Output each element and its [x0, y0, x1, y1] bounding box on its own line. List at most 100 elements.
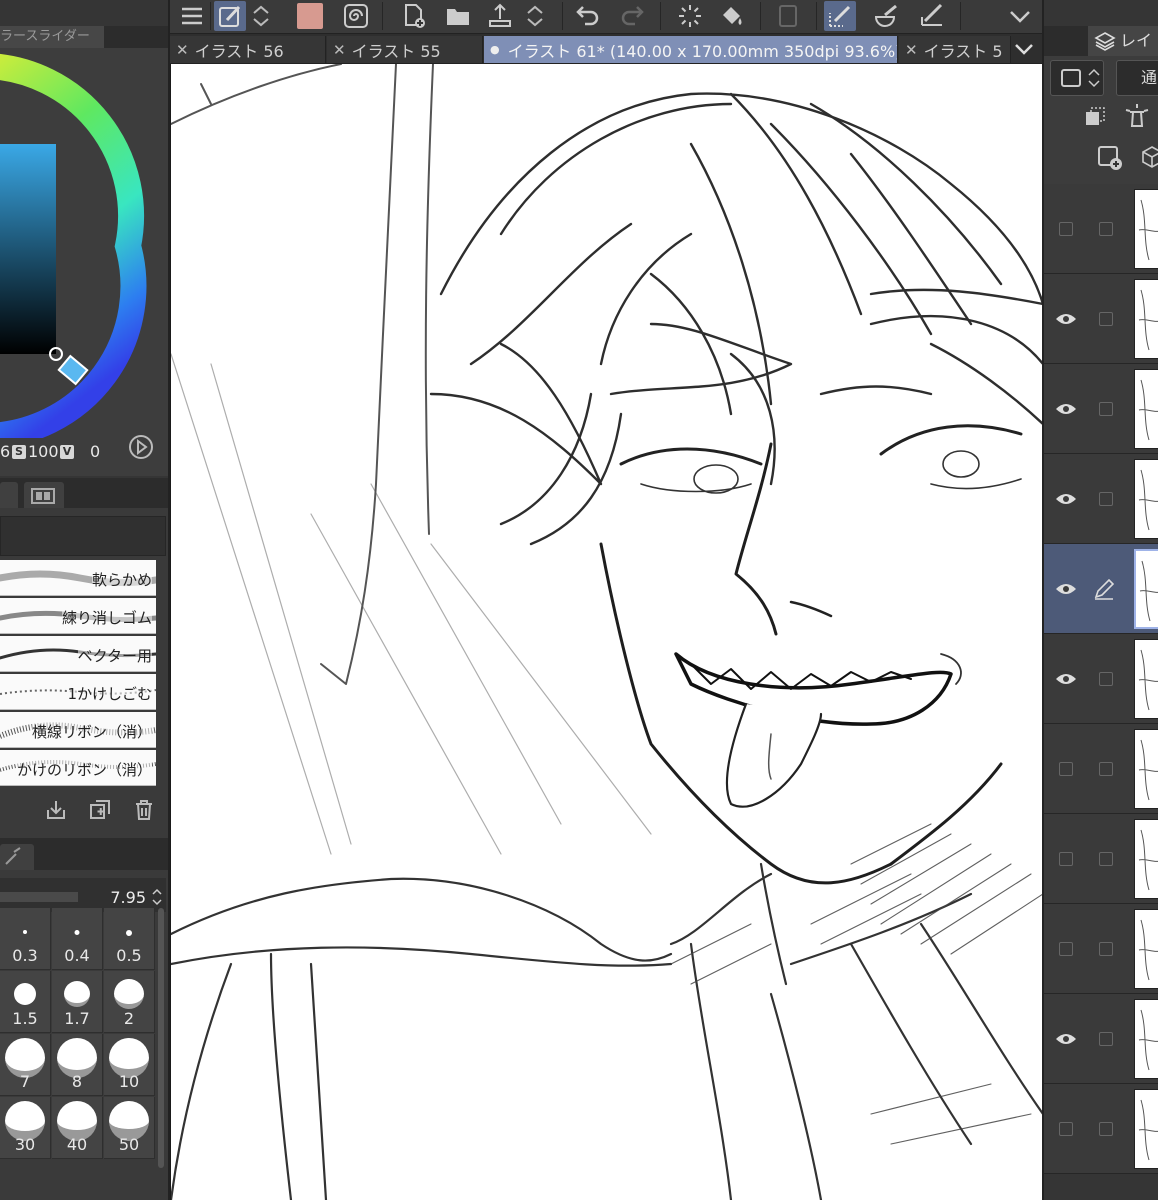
tab-brush-size[interactable]: [0, 844, 34, 870]
layer-row[interactable]: [1044, 544, 1158, 634]
tab-subtool[interactable]: [0, 482, 18, 508]
unsaved-dot-icon[interactable]: ●: [490, 43, 500, 56]
selection-tool-button[interactable]: [824, 1, 856, 31]
visibility-checkbox[interactable]: [1059, 222, 1073, 236]
tab-layers[interactable]: レイ: [1088, 26, 1158, 56]
drawing-canvas[interactable]: [170, 64, 1042, 1200]
tab-document[interactable]: ✕ イラスト 55: [327, 36, 483, 63]
expand-button[interactable]: [250, 1, 272, 31]
color-wheel[interactable]: [0, 48, 170, 449]
lock-checkbox[interactable]: [1099, 492, 1113, 506]
visibility-checkbox[interactable]: [1059, 1122, 1073, 1136]
blend-mode-select[interactable]: 通: [1116, 60, 1158, 96]
blend-tool-button[interactable]: [870, 1, 902, 31]
tab-document-active[interactable]: ● イラスト 61* (140.00 x 170.00mm 350dpi 93.…: [484, 36, 898, 63]
eye-icon[interactable]: [1054, 309, 1078, 329]
visibility-checkbox[interactable]: [1059, 762, 1073, 776]
layer-row[interactable]: [1044, 184, 1158, 274]
lock-checkbox[interactable]: [1099, 1122, 1113, 1136]
size-preset[interactable]: 10: [104, 1034, 155, 1096]
close-icon[interactable]: ✕: [176, 41, 189, 59]
close-icon[interactable]: ✕: [333, 41, 346, 59]
visibility-checkbox[interactable]: [1059, 942, 1073, 956]
layer-row[interactable]: [1044, 274, 1158, 364]
lock-checkbox[interactable]: [1099, 852, 1113, 866]
layer-row[interactable]: [1044, 364, 1158, 454]
tab-color-slider[interactable]: ラースライダー: [0, 26, 104, 48]
lock-checkbox[interactable]: [1099, 762, 1113, 776]
brush-size-slider[interactable]: 7.95: [0, 878, 166, 912]
layer-row[interactable]: [1044, 994, 1158, 1084]
play-circle-icon[interactable]: [128, 434, 154, 460]
saturation-value-square[interactable]: [0, 144, 56, 354]
eye-icon[interactable]: [1054, 489, 1078, 509]
size-scrollbar[interactable]: [158, 908, 164, 1168]
lock-checkbox[interactable]: [1099, 402, 1113, 416]
layer-row[interactable]: [1044, 454, 1158, 544]
menu-button[interactable]: [176, 1, 208, 31]
size-preset[interactable]: 1.5: [0, 971, 51, 1033]
eye-icon[interactable]: [1054, 579, 1078, 599]
import-brush-button[interactable]: [42, 796, 70, 824]
chevron-updown-icon[interactable]: [150, 886, 164, 908]
layer-row[interactable]: [1044, 634, 1158, 724]
export-options-button[interactable]: [524, 1, 546, 31]
new-3d-layer-icon[interactable]: [1140, 144, 1158, 172]
edit-tool-button[interactable]: [214, 1, 246, 31]
size-preset[interactable]: 30: [0, 1097, 51, 1159]
lighthouse-icon[interactable]: [1124, 102, 1150, 130]
layer-row[interactable]: [1044, 904, 1158, 994]
brush-item[interactable]: かけのリボン（消）: [0, 750, 156, 786]
size-preset[interactable]: 2: [104, 971, 155, 1033]
size-preset[interactable]: 0.5: [104, 908, 155, 970]
close-icon[interactable]: ✕: [905, 41, 918, 59]
eye-icon[interactable]: [1054, 669, 1078, 689]
layer-row[interactable]: [1044, 1084, 1158, 1174]
lock-checkbox[interactable]: [1099, 942, 1113, 956]
tab-document[interactable]: ✕ イラスト 56: [170, 36, 326, 63]
eye-icon[interactable]: [1054, 1029, 1078, 1049]
redo-button[interactable]: [616, 1, 648, 31]
lock-checkbox[interactable]: [1099, 222, 1113, 236]
layer-row[interactable]: [1044, 814, 1158, 904]
tab-document[interactable]: ✕ イラスト 5: [899, 36, 1011, 63]
size-preset[interactable]: 0.3: [0, 908, 51, 970]
layer-row[interactable]: [1044, 724, 1158, 814]
open-folder-button[interactable]: [442, 1, 474, 31]
brush-item[interactable]: ベクター用: [0, 636, 156, 672]
size-preset[interactable]: 0.4: [52, 908, 103, 970]
fill-button[interactable]: [716, 1, 748, 31]
hue-handle[interactable]: [57, 354, 89, 386]
lock-checkbox[interactable]: [1099, 312, 1113, 326]
visibility-checkbox[interactable]: [1059, 852, 1073, 866]
new-layer-button[interactable]: [398, 1, 430, 31]
size-preset[interactable]: 40: [52, 1097, 103, 1159]
duplicate-brush-button[interactable]: [86, 796, 114, 824]
delete-brush-button[interactable]: [130, 796, 158, 824]
size-preset[interactable]: 7: [0, 1034, 51, 1096]
size-preset[interactable]: 50: [104, 1097, 155, 1159]
ruler-tool-button[interactable]: [916, 1, 948, 31]
loading-button[interactable]: [674, 1, 706, 31]
brush-item[interactable]: 横線リボン（消）: [0, 712, 156, 748]
tabs-menu-button[interactable]: [1012, 38, 1036, 60]
tab-animation[interactable]: [24, 482, 64, 508]
layer-color-select[interactable]: [1050, 60, 1104, 96]
lock-checkbox[interactable]: [1099, 672, 1113, 686]
current-color-swatch[interactable]: [294, 1, 326, 31]
lock-checkbox[interactable]: [1099, 1032, 1113, 1046]
size-preset[interactable]: 1.7: [52, 971, 103, 1033]
copy-layer-icon[interactable]: [1082, 104, 1108, 130]
brush-item[interactable]: 軟らかめ: [0, 560, 156, 596]
export-button[interactable]: [484, 1, 516, 31]
spiral-tool-button[interactable]: [340, 1, 372, 31]
size-preset[interactable]: 8: [52, 1034, 103, 1096]
eye-icon[interactable]: [1054, 399, 1078, 419]
undo-button[interactable]: [572, 1, 604, 31]
canvas-button[interactable]: [772, 1, 804, 31]
brush-item[interactable]: 1かけしごむ: [0, 674, 156, 710]
brush-item[interactable]: 練り消しゴム: [0, 598, 156, 634]
brush-group-header[interactable]: [0, 516, 166, 556]
toolbar-collapse-button[interactable]: [1004, 1, 1036, 31]
new-raster-layer-icon[interactable]: [1096, 144, 1124, 172]
